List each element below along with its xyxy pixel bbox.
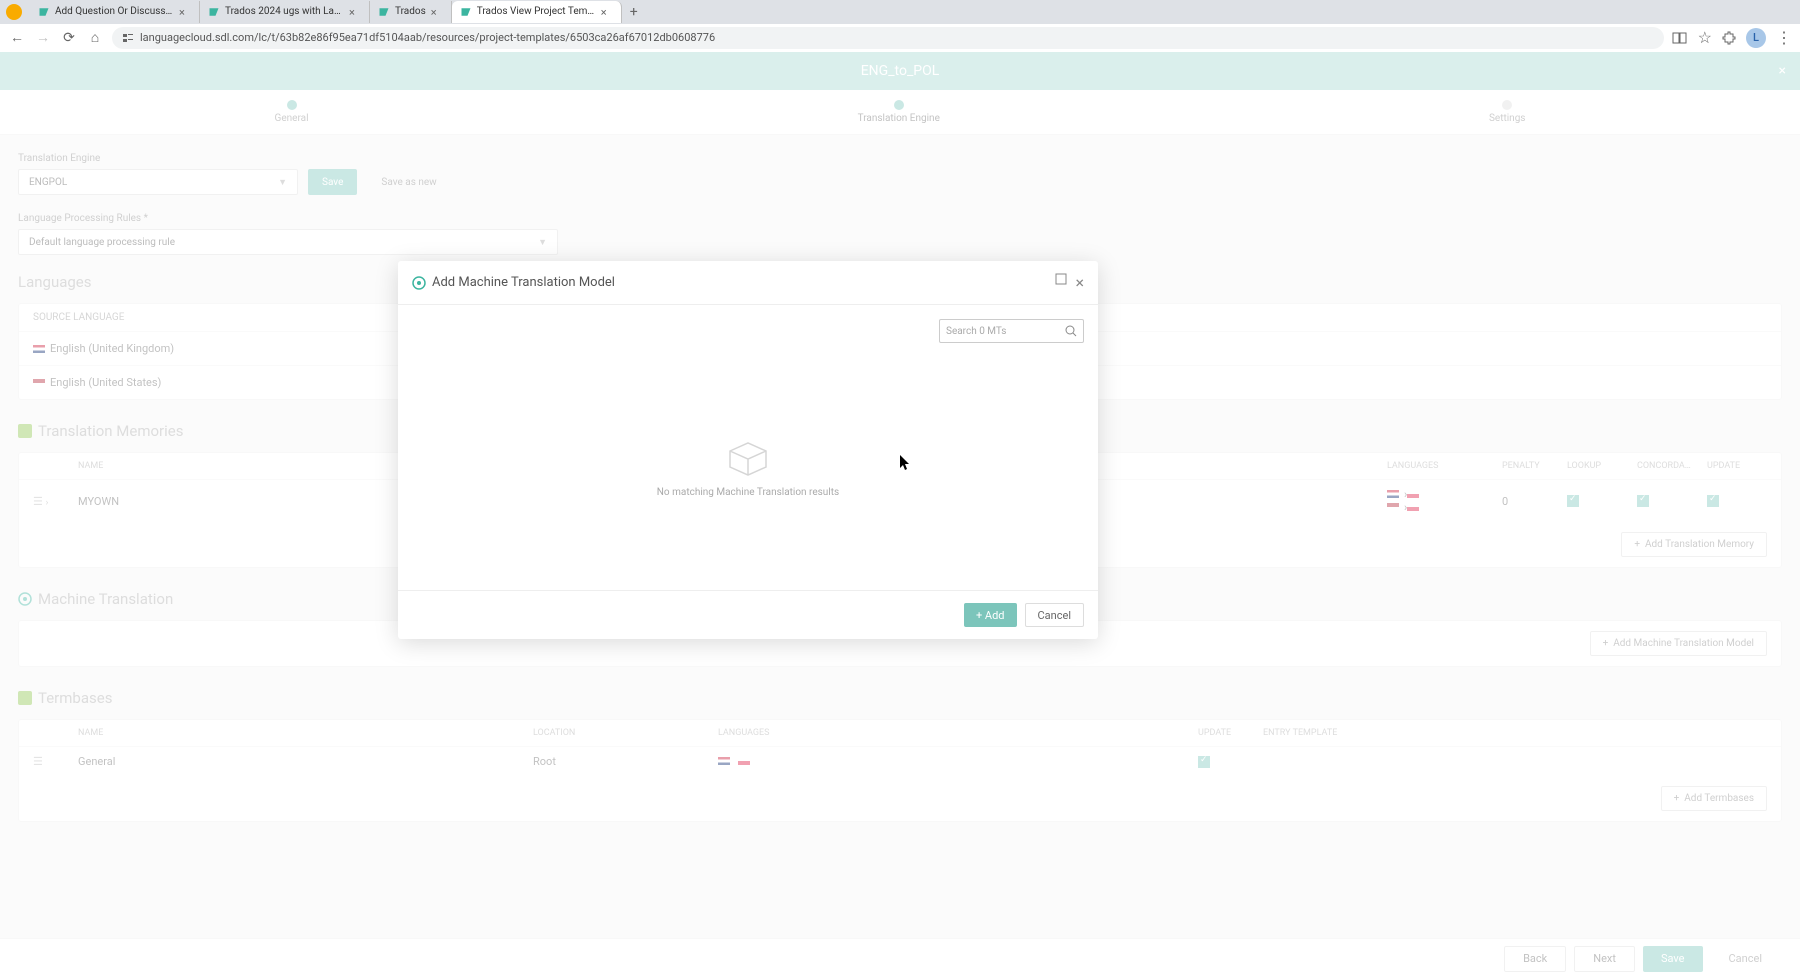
extensions-icon[interactable]	[1722, 31, 1736, 45]
star-icon[interactable]: ☆	[1698, 28, 1712, 47]
tab-title: Trados 2024 ugs with Languag…	[225, 6, 344, 17]
trados-favicon-icon	[378, 6, 390, 18]
url-text: languagecloud.sdl.com/lc/t/63b82e86f95ea…	[140, 31, 715, 44]
new-tab-indicator-icon	[6, 4, 22, 20]
empty-box-icon	[726, 441, 770, 477]
empty-state: No matching Machine Translation results	[412, 369, 1084, 569]
browser-tab[interactable]: Trados ×	[370, 1, 452, 23]
search-icon	[1065, 325, 1077, 337]
tab-title: Add Question Or Discussion -	[55, 6, 174, 17]
close-icon[interactable]: ×	[1075, 273, 1084, 292]
tab-title: Trados View Project Template	[477, 6, 596, 17]
browser-tab[interactable]: Trados 2024 ugs with Languag… ×	[200, 1, 370, 23]
mt-icon	[412, 276, 426, 290]
add-mt-modal: Add Machine Translation Model × Search 0…	[398, 261, 1098, 639]
empty-message: No matching Machine Translation results	[657, 487, 839, 498]
modal-add-button[interactable]: + Add	[964, 603, 1017, 627]
site-settings-icon[interactable]	[122, 32, 134, 44]
cursor-icon	[900, 455, 912, 471]
search-placeholder: Search 0 MTs	[946, 326, 1006, 337]
modal-body: Search 0 MTs No matching Machine Transla…	[398, 305, 1098, 590]
home-icon[interactable]: ⌂	[86, 29, 104, 47]
trados-favicon-icon	[38, 6, 50, 18]
close-icon[interactable]: ×	[349, 6, 361, 18]
address-row: ← → ⟳ ⌂ languagecloud.sdl.com/lc/t/63b82…	[0, 24, 1800, 52]
tab-bar: Add Question Or Discussion - × Trados 20…	[0, 0, 1800, 24]
forward-icon[interactable]: →	[34, 29, 52, 47]
close-icon[interactable]: ×	[431, 6, 443, 18]
translate-icon[interactable]	[1672, 31, 1688, 45]
browser-tab[interactable]: Add Question Or Discussion - ×	[30, 1, 200, 23]
btn-label: Add	[985, 609, 1005, 622]
address-bar[interactable]: languagecloud.sdl.com/lc/t/63b82e86f95ea…	[112, 27, 1664, 49]
browser-chrome: Add Question Or Discussion - × Trados 20…	[0, 0, 1800, 52]
tab-title: Trados	[395, 6, 426, 17]
trados-favicon-icon	[208, 6, 220, 18]
trados-favicon-icon	[460, 6, 472, 18]
profile-avatar[interactable]: L	[1746, 28, 1766, 48]
new-tab-button[interactable]: +	[622, 4, 646, 20]
modal-title-text: Add Machine Translation Model	[432, 275, 615, 290]
close-icon[interactable]: ×	[179, 6, 191, 18]
modal-footer: + Add Cancel	[398, 590, 1098, 639]
url-actions: ☆ L ⋮	[1672, 28, 1792, 48]
modal-cancel-button[interactable]: Cancel	[1025, 603, 1084, 627]
close-icon[interactable]: ×	[601, 6, 613, 18]
reload-icon[interactable]: ⟳	[60, 29, 78, 47]
expand-icon[interactable]	[1055, 273, 1067, 285]
modal-header: Add Machine Translation Model ×	[398, 261, 1098, 305]
back-icon[interactable]: ←	[8, 29, 26, 47]
menu-icon[interactable]: ⋮	[1776, 28, 1792, 47]
browser-tab-active[interactable]: Trados View Project Template ×	[452, 1, 622, 23]
search-input[interactable]: Search 0 MTs	[939, 319, 1084, 343]
